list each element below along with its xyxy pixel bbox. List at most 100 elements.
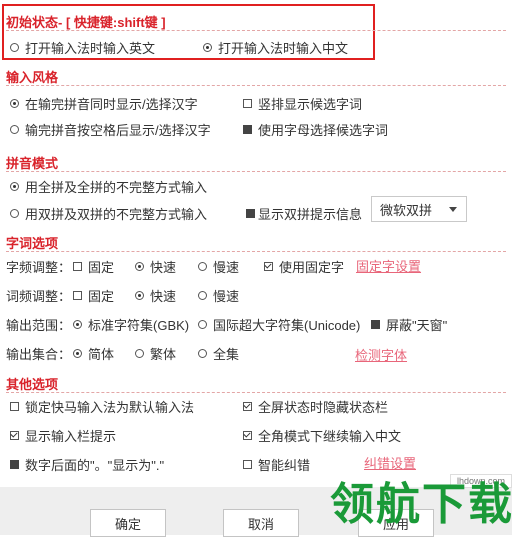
radio-selected-icon	[203, 43, 212, 52]
initial-state-title: 初始状态- [ 快捷键:shift键 ]	[6, 15, 166, 30]
checkbox-icon	[73, 291, 82, 300]
word-options-title: 字词选项	[6, 236, 59, 251]
radio-icon	[198, 291, 207, 300]
checkbox-vertical-candidates[interactable]: 竖排显示候选字词	[243, 94, 362, 113]
radio-char-freq-slow[interactable]: 慢速	[198, 257, 239, 276]
checkbox-digit-period[interactable]: 数字后面的"。"显示为"."	[10, 455, 164, 474]
radio-double-pinyin[interactable]: 用双拼及双拼的不完整方式输入	[10, 204, 207, 223]
radio-word-freq-slow[interactable]: 慢速	[198, 286, 239, 305]
checkbox-double-pinyin-hint[interactable]: 显示双拼提示信息	[246, 204, 362, 223]
radio-full-pinyin[interactable]: 用全拼及全拼的不完整方式输入	[10, 177, 207, 196]
checkbox-checked-icon	[264, 262, 273, 271]
pinyin-mode-title: 拼音模式	[6, 156, 59, 171]
radio-label: 繁体	[150, 347, 177, 362]
radio-selected-icon	[135, 291, 144, 300]
radio-word-freq-fast[interactable]: 快速	[135, 286, 176, 305]
radio-icon	[198, 320, 207, 329]
correction-settings-link[interactable]: 纠错设置	[364, 453, 416, 472]
radio-label: 国际超大字符集(Unicode)	[213, 318, 361, 333]
select-value: 微软双拼	[380, 202, 433, 218]
radio-char-freq-fast[interactable]: 快速	[135, 257, 176, 276]
checkbox-label: 显示双拼提示信息	[258, 207, 363, 222]
radio-label: 全集	[213, 347, 240, 362]
checkbox-label: 显示输入栏提示	[25, 429, 117, 444]
radio-set-traditional[interactable]: 繁体	[135, 344, 176, 363]
radio-label: 慢速	[213, 260, 240, 275]
checkbox-smart-correct[interactable]: 智能纠错	[243, 455, 310, 474]
checkbox-use-fixed-char[interactable]: 使用固定字	[264, 257, 344, 276]
radio-set-all[interactable]: 全集	[198, 344, 239, 363]
section-divider	[6, 171, 506, 172]
radio-initial-english[interactable]: 打开输入法时输入英文	[10, 38, 155, 57]
output-range-label: 输出范围：	[6, 318, 72, 333]
radio-selected-icon	[10, 182, 19, 191]
word-freq-label: 词频调整：	[6, 289, 72, 304]
checkbox-fullscreen-hide-statusbar[interactable]: 全屏状态时隐藏状态栏	[243, 397, 388, 416]
radio-range-unicode[interactable]: 国际超大字符集(Unicode)	[198, 315, 360, 334]
radio-selected-icon	[10, 99, 19, 108]
section-divider	[6, 85, 506, 86]
checkbox-icon	[10, 460, 19, 469]
checkbox-block-tianchuang[interactable]: 屏蔽"天窗"	[371, 315, 447, 334]
radio-label: 打开输入法时输入中文	[218, 41, 349, 56]
checkbox-label: 使用固定字	[279, 260, 345, 275]
checkbox-icon	[371, 320, 380, 329]
checkbox-label: 全屏状态时隐藏状态栏	[258, 400, 389, 415]
checkbox-label: 屏蔽"天窗"	[386, 318, 448, 333]
radio-label: 输完拼音按空格后显示/选择汉字	[25, 123, 211, 138]
checkbox-label: 全角模式下继续输入中文	[258, 429, 402, 444]
checkbox-letter-select[interactable]: 使用字母选择候选字词	[243, 120, 388, 139]
checkbox-checked-icon	[243, 402, 252, 411]
section-divider	[6, 30, 506, 31]
checkbox-word-freq-fixed[interactable]: 固定	[73, 286, 114, 305]
section-divider	[6, 251, 506, 252]
cancel-button[interactable]: 取消	[223, 509, 299, 537]
checkbox-show-input-tips[interactable]: 显示输入栏提示	[10, 426, 116, 445]
radio-label: 用全拼及全拼的不完整方式输入	[25, 180, 208, 195]
radio-show-after-space[interactable]: 输完拼音按空格后显示/选择汉字	[10, 120, 211, 139]
checkbox-label: 数字后面的"。"显示为"."	[25, 458, 165, 473]
radio-selected-icon	[73, 320, 82, 329]
watermark-logo: 领航下载	[330, 480, 512, 529]
checkbox-icon	[10, 402, 19, 411]
ok-button[interactable]: 确定	[90, 509, 166, 537]
checkbox-icon	[246, 209, 255, 218]
radio-icon	[135, 349, 144, 358]
radio-label: 用双拼及双拼的不完整方式输入	[25, 207, 208, 222]
radio-icon	[10, 125, 19, 134]
section-divider	[6, 392, 506, 393]
checkbox-icon	[73, 262, 82, 271]
other-options-title: 其他选项	[6, 377, 59, 392]
radio-label: 快速	[150, 260, 177, 275]
checkbox-icon	[243, 99, 252, 108]
double-pinyin-scheme-select[interactable]: 微软双拼	[371, 196, 467, 222]
checkbox-icon	[243, 125, 252, 134]
fixed-char-settings-link[interactable]: 固定字设置	[356, 256, 421, 275]
radio-label: 快速	[150, 289, 177, 304]
checkbox-label: 使用字母选择候选字词	[258, 123, 389, 138]
checkbox-lock-default-ime[interactable]: 锁定快马输入法为默认输入法	[10, 397, 194, 416]
radio-label: 简体	[88, 347, 115, 362]
checkbox-label: 固定	[88, 260, 115, 275]
radio-icon	[198, 262, 207, 271]
radio-icon	[10, 43, 19, 52]
radio-range-gbk[interactable]: 标准字符集(GBK)	[73, 315, 189, 334]
radio-show-while-typing[interactable]: 在输完拼音同时显示/选择汉字	[10, 94, 198, 113]
output-set-label: 输出集合：	[6, 347, 72, 362]
char-freq-label: 字频调整：	[6, 260, 72, 275]
checkbox-label: 智能纠错	[258, 458, 311, 473]
checkbox-char-freq-fixed[interactable]: 固定	[73, 257, 114, 276]
radio-selected-icon	[73, 349, 82, 358]
checkbox-checked-icon	[10, 431, 19, 440]
radio-label: 慢速	[213, 289, 240, 304]
checkbox-label: 竖排显示候选字词	[258, 97, 363, 112]
checkbox-fullwidth-continue-chinese[interactable]: 全角模式下继续输入中文	[243, 426, 401, 445]
radio-initial-chinese[interactable]: 打开输入法时输入中文	[203, 38, 348, 57]
dropdown-arrow-icon	[449, 207, 457, 212]
detect-font-link[interactable]: 检测字体	[355, 345, 407, 364]
radio-icon	[198, 349, 207, 358]
radio-set-simplified[interactable]: 简体	[73, 344, 114, 363]
radio-label: 在输完拼音同时显示/选择汉字	[25, 97, 198, 112]
checkbox-label: 锁定快马输入法为默认输入法	[25, 400, 195, 415]
radio-selected-icon	[135, 262, 144, 271]
